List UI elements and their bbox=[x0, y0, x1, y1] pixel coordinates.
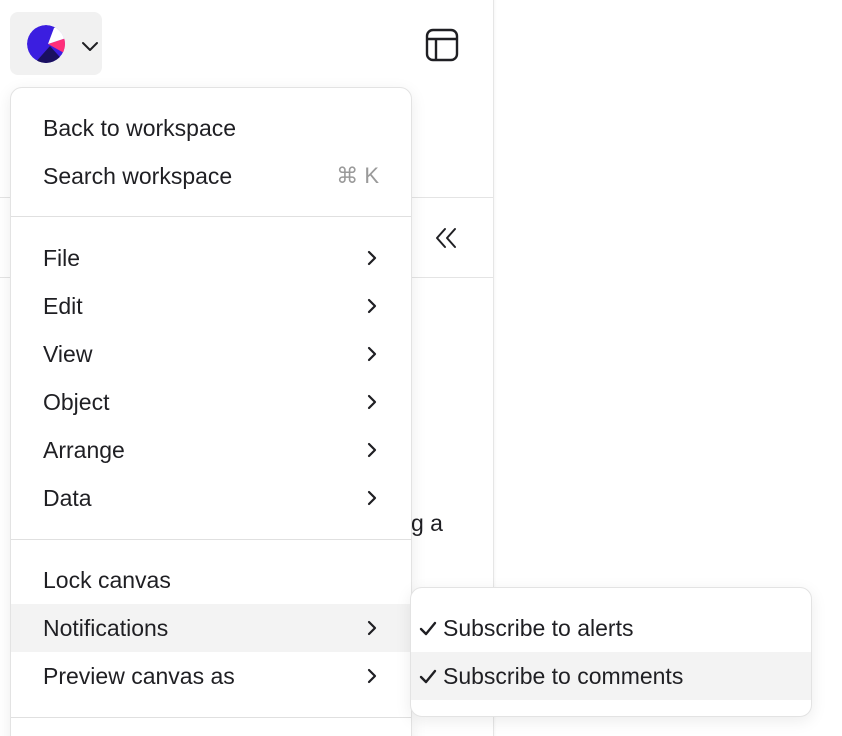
chevron-right-icon bbox=[367, 298, 377, 314]
menu-item-data[interactable]: Data bbox=[11, 474, 411, 522]
keyboard-shortcut: ⌘ K bbox=[336, 163, 379, 188]
menu-item-label: Search workspace bbox=[43, 162, 233, 189]
chevron-right-icon bbox=[367, 668, 377, 684]
checkmark-icon bbox=[419, 669, 437, 684]
chevron-right-icon bbox=[367, 442, 377, 458]
menu-item-lock-canvas[interactable]: Lock canvas bbox=[11, 556, 411, 604]
chevron-right-icon bbox=[367, 346, 377, 362]
double-chevron-left-icon[interactable] bbox=[432, 224, 460, 252]
chevron-right-icon bbox=[367, 490, 377, 506]
menu-item-file[interactable]: File bbox=[11, 234, 411, 282]
checkmark-icon bbox=[419, 621, 437, 636]
chevron-right-icon bbox=[367, 394, 377, 410]
menu-item-label: Back to workspace bbox=[43, 114, 237, 141]
canva-style-logo-icon bbox=[27, 25, 65, 63]
workspace-dropdown-menu: Back to workspace Search workspace ⌘ K F… bbox=[10, 87, 412, 736]
chevron-right-icon bbox=[367, 620, 377, 636]
menu-divider bbox=[11, 717, 411, 718]
notifications-submenu: Subscribe to alerts Subscribe to comment… bbox=[410, 587, 812, 717]
menu-item-label: File bbox=[43, 244, 81, 271]
menu-item-label: Data bbox=[43, 484, 92, 511]
submenu-item-subscribe-alerts[interactable]: Subscribe to alerts bbox=[411, 604, 811, 652]
submenu-item-subscribe-comments[interactable]: Subscribe to comments bbox=[411, 652, 811, 700]
submenu-item-label: Subscribe to alerts bbox=[443, 614, 634, 641]
menu-divider bbox=[11, 216, 411, 217]
menu-item-edit[interactable]: Edit bbox=[11, 282, 411, 330]
menu-item-preview-canvas-as[interactable]: Preview canvas as bbox=[11, 652, 411, 700]
menu-item-label: View bbox=[43, 340, 93, 367]
menu-item-label: Notifications bbox=[43, 614, 169, 641]
menu-item-view[interactable]: View bbox=[11, 330, 411, 378]
menu-item-label: Preview canvas as bbox=[43, 662, 235, 689]
layout-panel-icon[interactable] bbox=[424, 27, 460, 63]
submenu-item-label: Subscribe to comments bbox=[443, 662, 684, 689]
workspace-menu-button[interactable] bbox=[10, 12, 102, 75]
menu-item-object[interactable]: Object bbox=[11, 378, 411, 426]
menu-item-notifications[interactable]: Notifications bbox=[11, 604, 411, 652]
chevron-right-icon bbox=[367, 250, 377, 266]
menu-item-search-workspace[interactable]: Search workspace ⌘ K bbox=[11, 152, 411, 200]
menu-item-label: Arrange bbox=[43, 436, 125, 463]
menu-item-label: Edit bbox=[43, 292, 83, 319]
chevron-down-icon bbox=[82, 42, 98, 51]
background-content-text: g a bbox=[411, 510, 443, 536]
app-stage: g a Back to workspace Search workspace ⌘… bbox=[0, 0, 842, 736]
menu-item-arrange[interactable]: Arrange bbox=[11, 426, 411, 474]
menu-item-label: Object bbox=[43, 388, 110, 415]
menu-item-back-to-workspace[interactable]: Back to workspace bbox=[11, 104, 411, 152]
menu-item-label: Lock canvas bbox=[43, 566, 171, 593]
menu-divider bbox=[11, 539, 411, 540]
